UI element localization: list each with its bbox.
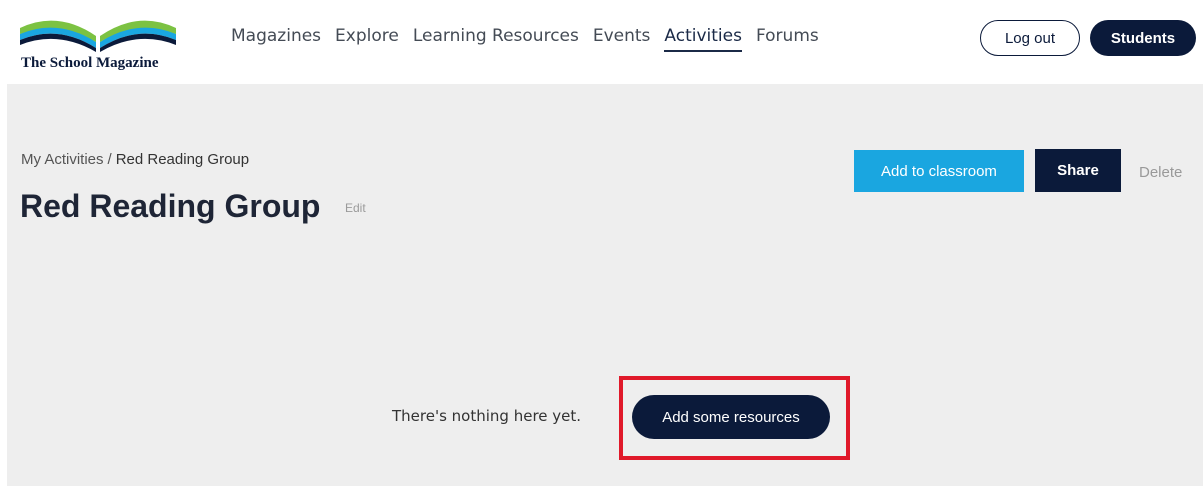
main-nav: Magazines Explore Learning Resources Eve…	[231, 26, 833, 52]
open-book-logo-icon	[20, 20, 176, 52]
logo-text: The School Magazine	[21, 55, 159, 71]
add-to-classroom-button[interactable]: Add to classroom	[854, 150, 1024, 192]
nav-forums[interactable]: Forums	[756, 26, 819, 52]
activity-panel: My Activities / Red Reading Group Red Read…	[7, 84, 1203, 486]
add-resources-button[interactable]: Add some resources	[632, 395, 830, 439]
share-button[interactable]: Share	[1035, 149, 1121, 192]
logout-button[interactable]: Log out	[980, 20, 1080, 56]
nav-magazines[interactable]: Magazines	[231, 26, 321, 52]
edit-title-link[interactable]: Edit	[345, 201, 366, 215]
breadcrumb-separator: /	[107, 151, 112, 168]
site-logo[interactable]: The School Magazine	[18, 12, 188, 72]
page-title: Red Reading Group	[20, 188, 321, 224]
nav-events[interactable]: Events	[593, 26, 651, 52]
breadcrumb-current: Red Reading Group	[115, 151, 250, 168]
delete-link[interactable]: Delete	[1139, 164, 1182, 181]
breadcrumb-my-activities[interactable]: My Activities	[21, 151, 104, 168]
site-header: The School Magazine Magazines Explore Le…	[0, 0, 1203, 84]
nav-explore[interactable]: Explore	[335, 26, 399, 52]
students-button[interactable]: Students	[1090, 20, 1196, 56]
nav-learning-resources[interactable]: Learning Resources	[413, 26, 579, 52]
breadcrumb: My Activities / Red Reading Group	[21, 151, 249, 168]
nav-activities[interactable]: Activities	[664, 26, 742, 52]
empty-state-message: There's nothing here yet.	[392, 407, 582, 425]
